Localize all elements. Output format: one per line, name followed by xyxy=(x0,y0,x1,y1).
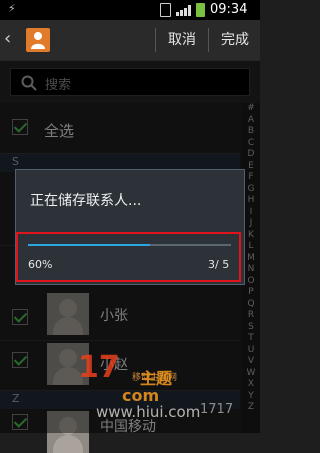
action-divider xyxy=(208,28,209,52)
action-divider xyxy=(155,28,156,52)
dialog-title: 正在储存联系人... xyxy=(30,193,142,209)
cancel-button[interactable]: 取消 xyxy=(158,20,206,60)
battery-charging-icon xyxy=(196,3,205,17)
status-bar: ⚡ 09:34 xyxy=(0,0,260,20)
usb-icon: ⚡ xyxy=(8,2,16,15)
highlight-box xyxy=(16,232,241,282)
watermark-tail: 1717 xyxy=(200,402,234,417)
contact-avatar-icon[interactable] xyxy=(26,28,50,52)
back-arrow-icon[interactable]: ‹ xyxy=(4,28,11,49)
signal-icon xyxy=(176,5,191,16)
status-time: 09:34 xyxy=(210,2,248,17)
action-bar: ‹ 取消 完成 xyxy=(0,20,260,61)
watermark-number: 17 xyxy=(78,350,120,385)
done-button[interactable]: 完成 xyxy=(210,20,260,60)
watermark-url: www.hiui.com xyxy=(96,403,201,421)
sim-card-icon xyxy=(160,3,171,17)
